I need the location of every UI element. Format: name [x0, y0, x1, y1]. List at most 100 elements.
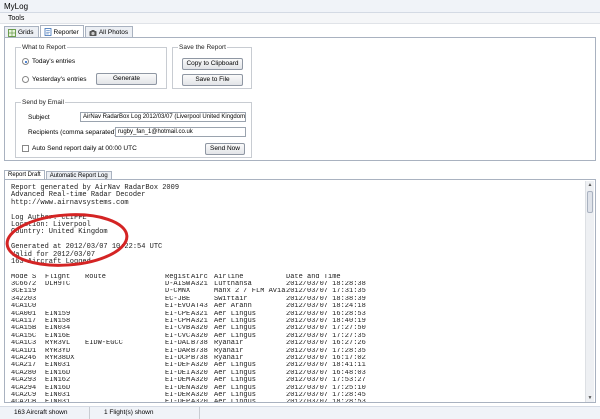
copy-to-clipboard-button[interactable]: Copy to Clipboard [182, 58, 243, 70]
report-cell: EIN031 [45, 362, 71, 370]
report-cell [85, 288, 165, 295]
report-row: 4CA280 EIN16D EI-DEI A320 Aer Lingus 2012/03/… [11, 370, 583, 377]
report-cell: 2012/03/07 18:40:19 [286, 318, 366, 326]
report-cell [85, 333, 165, 340]
aircraft-shown-status: 163 Aircraft shown [0, 407, 90, 419]
report-header-line: http://www.airnavsystems.com [11, 198, 129, 207]
scroll-down-icon[interactable]: ▼ [586, 394, 594, 402]
report-cell: Lufthansa [214, 281, 252, 289]
report-row: 3CE119 D-CMNX Manx 2 / FLM Avia...2012/03/… [11, 288, 583, 295]
menu-tools[interactable]: Tools [8, 15, 24, 22]
report-cell: B738 [191, 347, 208, 355]
report-cell: A320 [191, 391, 208, 399]
report-cell: 2012/03/07 17:31:35 [286, 288, 366, 296]
radio-unselected-icon [22, 76, 29, 83]
report-cell: Ryanair [214, 354, 244, 362]
report-cell: EI-DAR [165, 347, 191, 355]
status-bar: 163 Aircraft shown 1 Flight(s) shown [0, 406, 600, 419]
report-cell: 3CE119 [11, 288, 37, 296]
report-cell: DLH9TC [45, 281, 71, 289]
report-cell: EI-DCP [165, 354, 191, 362]
report-cell: 4CA246 [11, 354, 37, 362]
auto-send-label: Auto Send report daily at 00:00 UTC [32, 145, 137, 152]
send-by-email-group: Send by Email Subject AirNav RadarBox Lo… [15, 98, 252, 158]
report-cell: EC-JBE [165, 295, 191, 303]
report-cell [85, 392, 165, 399]
report-cell: B738 [191, 354, 208, 362]
report-cell: 4CA217 [11, 362, 37, 370]
report-cell: EIN16D [45, 384, 71, 392]
report-cell: RYR38DX [45, 354, 75, 362]
report-cell [85, 318, 165, 325]
report-cell: 2012/03/07 18:41:11 [286, 362, 366, 370]
report-cell: 2012/03/07 18:24:18 [286, 303, 366, 311]
report-cell: 4CA1C3 [11, 340, 37, 348]
report-row: 4CA117 EIN158 EI-CPH A321 Aer Lingus 2012/03/… [11, 318, 583, 325]
report-cell: 4CA001 [11, 310, 37, 318]
report-cell: 2012/03/07 17:28:35 [286, 347, 366, 355]
report-cell: A320 [191, 325, 208, 333]
save-to-file-button[interactable]: Save to File [182, 74, 243, 86]
report-cell: Aer Arann [214, 303, 252, 311]
report-scrollbar[interactable]: ▲ ▼ [585, 181, 594, 402]
scroll-up-icon[interactable]: ▲ [586, 181, 594, 189]
report-cell: 2012/03/07 18:38:39 [286, 295, 366, 303]
report-cell: Ryanair [214, 340, 244, 348]
report-cell: EI-CPH [165, 318, 191, 326]
report-cell: Aer Lingus [214, 384, 257, 392]
report-cell: EI-DAL [165, 340, 191, 348]
report-cell [85, 370, 165, 377]
auto-send-checkbox[interactable]: Auto Send report daily at 00:00 UTC [22, 145, 137, 152]
recipients-label: Recipients (comma separated) [28, 129, 117, 136]
save-report-title: Save the Report [178, 43, 227, 52]
report-cell: EI-DEN [165, 384, 191, 392]
scroll-thumb[interactable] [587, 191, 593, 213]
report-cell: Aer Lingus [214, 325, 257, 333]
report-cell: EI-DEM [165, 377, 191, 385]
recipients-input[interactable]: rugby_fan_1@hotmail.co.uk [115, 127, 246, 137]
report-cell: A320 [191, 332, 208, 340]
radio-selected-icon [22, 58, 29, 65]
report-cell: Ryanair [214, 347, 244, 355]
report-row: 4CA1D1 RYR3YD EI-DAR B738 Ryanair 2012/03/07 … [11, 348, 583, 355]
report-cell: 2012/03/07 17:28:45 [286, 391, 366, 399]
report-cell: EIN031 [45, 399, 85, 402]
menu-bar: Tools [0, 13, 600, 24]
report-cell [45, 288, 85, 295]
report-cell: Aer Lingus [214, 399, 286, 402]
subject-input[interactable]: AirNav RadarBox Log 2012/03/07 (Liverpoo… [80, 112, 246, 122]
report-cell: Aer Lingus [214, 310, 257, 318]
report-cell: EIN159 [45, 310, 71, 318]
report-cell: Airline [214, 273, 244, 281]
report-cell: 3C6672 [11, 281, 37, 289]
report-cell: 2012/03/07 16:48:03 [286, 369, 366, 377]
grid-icon [8, 28, 16, 37]
checkbox-icon [22, 145, 29, 152]
send-now-button[interactable]: Send Now [205, 143, 245, 155]
report-cell: 4CA1C0 [11, 303, 37, 311]
report-cell: 2012/03/07 18:28:38 [286, 281, 366, 289]
generate-button[interactable]: Generate [96, 73, 157, 85]
report-row: 4CA246 RYR38DX EI-DCP B738 Ryanair 2012/03/07… [11, 355, 583, 362]
report-cell: EIN158 [45, 318, 71, 326]
report-icon [44, 28, 51, 36]
report-cell [85, 296, 165, 303]
report-cell [45, 296, 85, 303]
report-cell: EIN031 [45, 391, 71, 399]
report-row: 4CA294 EIN16D EI-DEN A320 Aer Lingus 2012/03/… [11, 385, 583, 392]
camera-icon [89, 29, 97, 36]
report-cell [85, 355, 165, 362]
report-cell: Aer Lingus [214, 369, 257, 377]
todays-entries-radio[interactable]: Today's entries [22, 58, 75, 65]
report-row: 4CA1C3 RYR3VL EIDW-EGCC EI-DAL B738 Ryanair 20… [11, 340, 583, 347]
tab-all-photos-label: All Photos [98, 29, 129, 36]
report-cell: RYR3VL [45, 340, 71, 348]
report-cell: 4CA15C [11, 332, 37, 340]
report-cell: EI-EVO [165, 303, 191, 311]
report-cell: 2012/03/07 16:17:02 [286, 354, 366, 362]
report-cell: 2012/03/07 17:53:27 [286, 377, 366, 385]
report-row: 4CA2CBEIN031 EI-DEPA320Aer Lingus2012/03/… [11, 399, 583, 402]
yesterdays-entries-radio[interactable]: Yesterday's entries [22, 76, 86, 83]
report-cell: EI-DEP [165, 399, 191, 402]
report-cell: A320 [191, 362, 208, 370]
